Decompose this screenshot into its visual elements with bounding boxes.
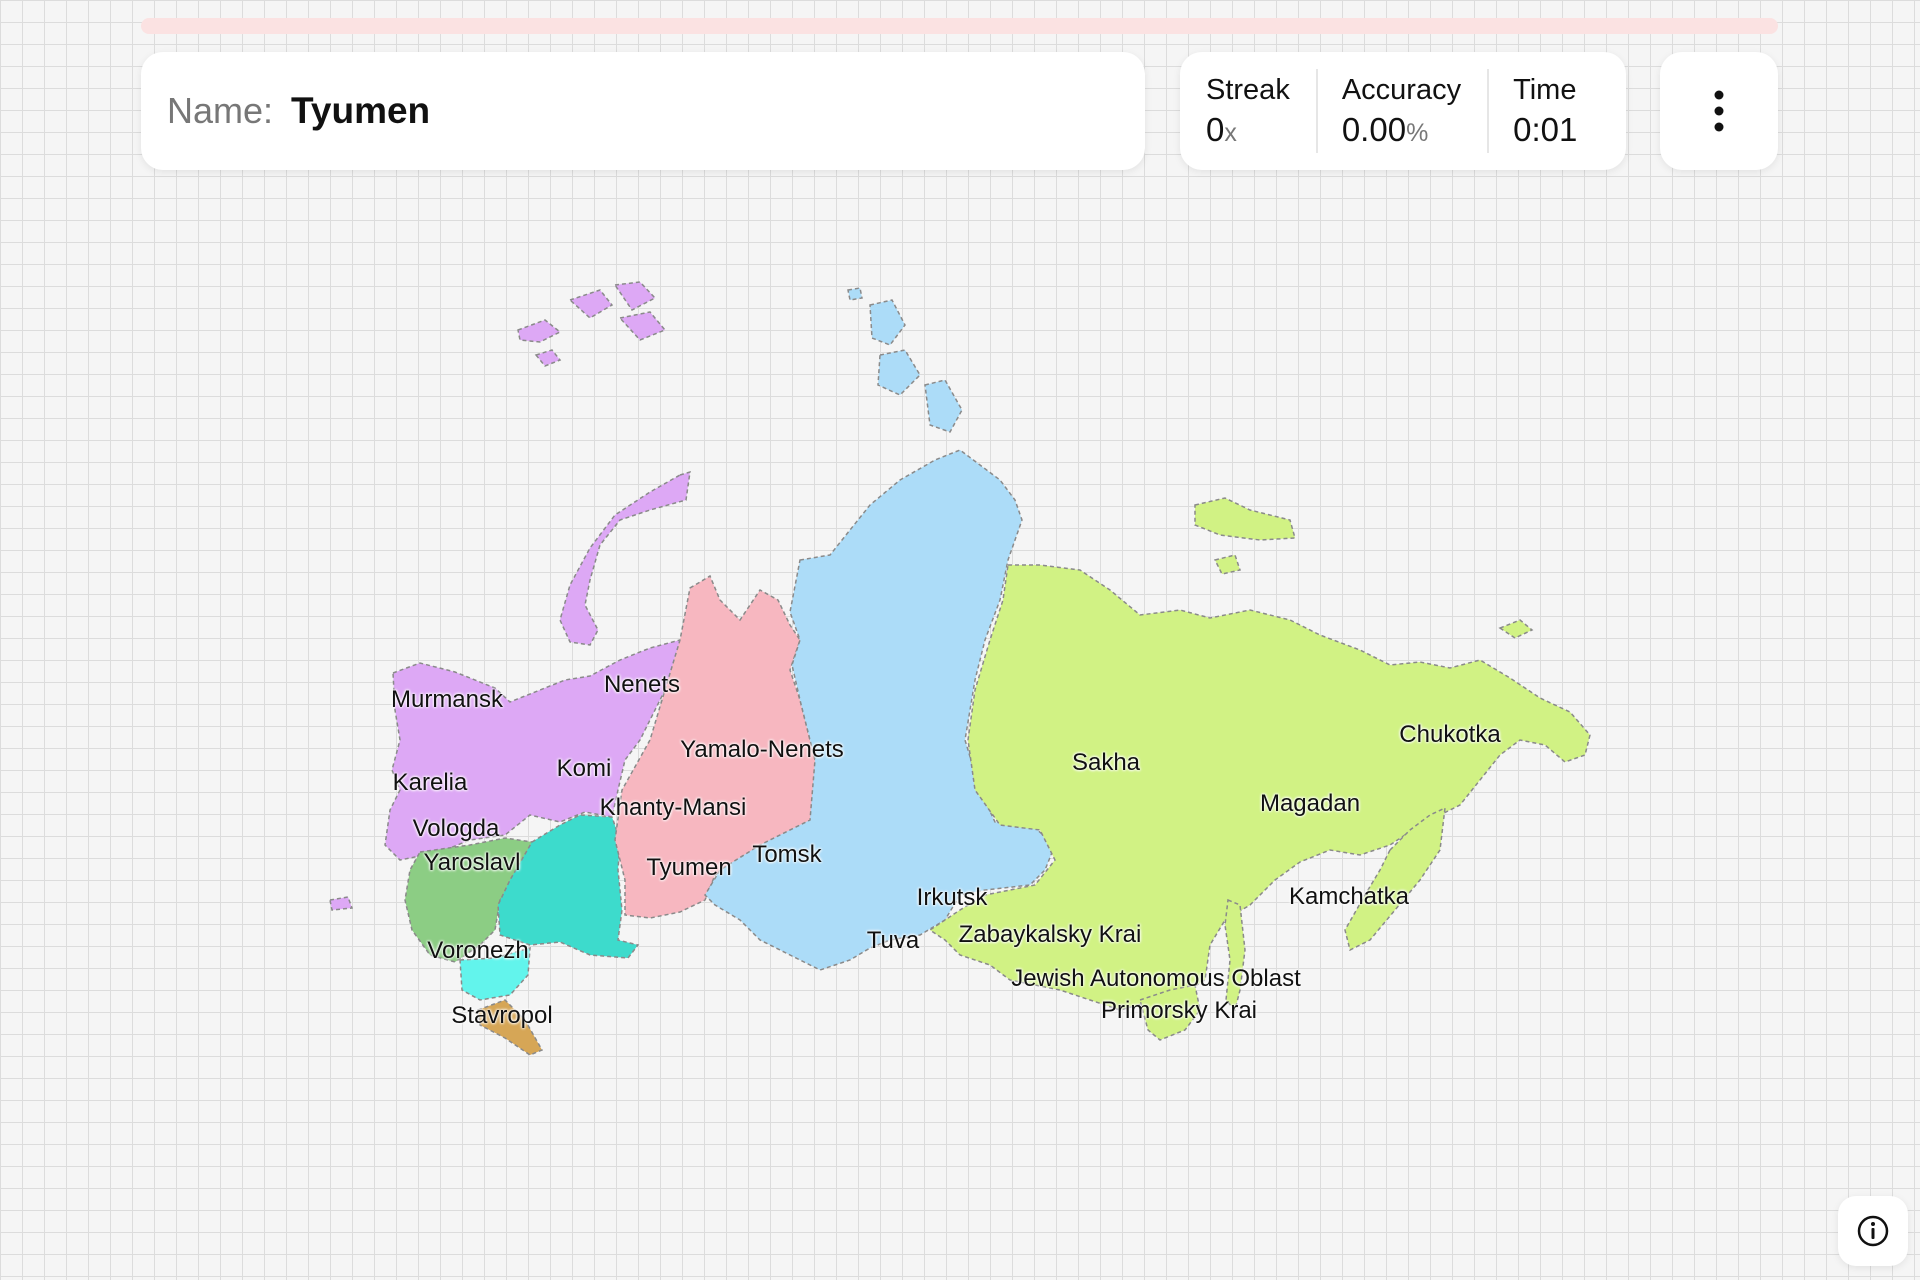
region-arctic-islands-small[interactable]	[534, 349, 562, 367]
map-label-kamchatka[interactable]: Kamchatka	[1289, 883, 1409, 911]
map-label-karelia[interactable]: Karelia	[393, 769, 468, 797]
region-franz-josef-land[interactable]	[517, 281, 667, 343]
region-severnaya-zemlya[interactable]	[847, 287, 963, 433]
map-label-zabaykalsky[interactable]: Zabaykalsky Krai	[959, 921, 1142, 949]
region-kaliningrad[interactable]	[329, 896, 354, 911]
info-button[interactable]	[1838, 1196, 1908, 1266]
info-icon	[1857, 1215, 1889, 1247]
region-new-siberian-islands[interactable]	[1194, 497, 1296, 575]
russia-map: Murmansk Nenets Yamalo-Nenets Komi Karel…	[0, 0, 1920, 1280]
map-label-tomsk[interactable]: Tomsk	[752, 841, 821, 869]
map-label-stavropol[interactable]: Stavropol	[451, 1002, 552, 1030]
map-label-murmansk[interactable]: Murmansk	[391, 686, 503, 714]
map-label-sakha[interactable]: Sakha	[1072, 749, 1140, 777]
map-label-vologda[interactable]: Vologda	[413, 815, 500, 843]
map-label-yaroslavl[interactable]: Yaroslavl	[424, 849, 521, 877]
region-wrangel[interactable]	[1498, 619, 1534, 639]
map-label-jewish[interactable]: Jewish Autonomous Oblast	[1011, 965, 1301, 993]
map-label-khanty-mansi[interactable]: Khanty-Mansi	[600, 794, 747, 822]
map-svg	[329, 281, 1591, 1056]
region-novaya-zemlya[interactable]	[559, 470, 691, 646]
map-label-primorsky[interactable]: Primorsky Krai	[1101, 997, 1257, 1025]
map-label-yamalo-nenets[interactable]: Yamalo-Nenets	[680, 736, 844, 764]
map-label-nenets[interactable]: Nenets	[604, 671, 680, 699]
map-label-voronezh[interactable]: Voronezh	[427, 937, 528, 965]
map-label-magadan[interactable]: Magadan	[1260, 790, 1360, 818]
map-label-tyumen[interactable]: Tyumen	[646, 854, 731, 882]
map-label-irkutsk[interactable]: Irkutsk	[917, 884, 988, 912]
map-label-chukotka[interactable]: Chukotka	[1399, 721, 1500, 749]
region-sakhalin[interactable]	[1224, 898, 1246, 1012]
map-label-tuva[interactable]: Tuva	[867, 927, 919, 955]
map-label-komi[interactable]: Komi	[557, 755, 612, 783]
